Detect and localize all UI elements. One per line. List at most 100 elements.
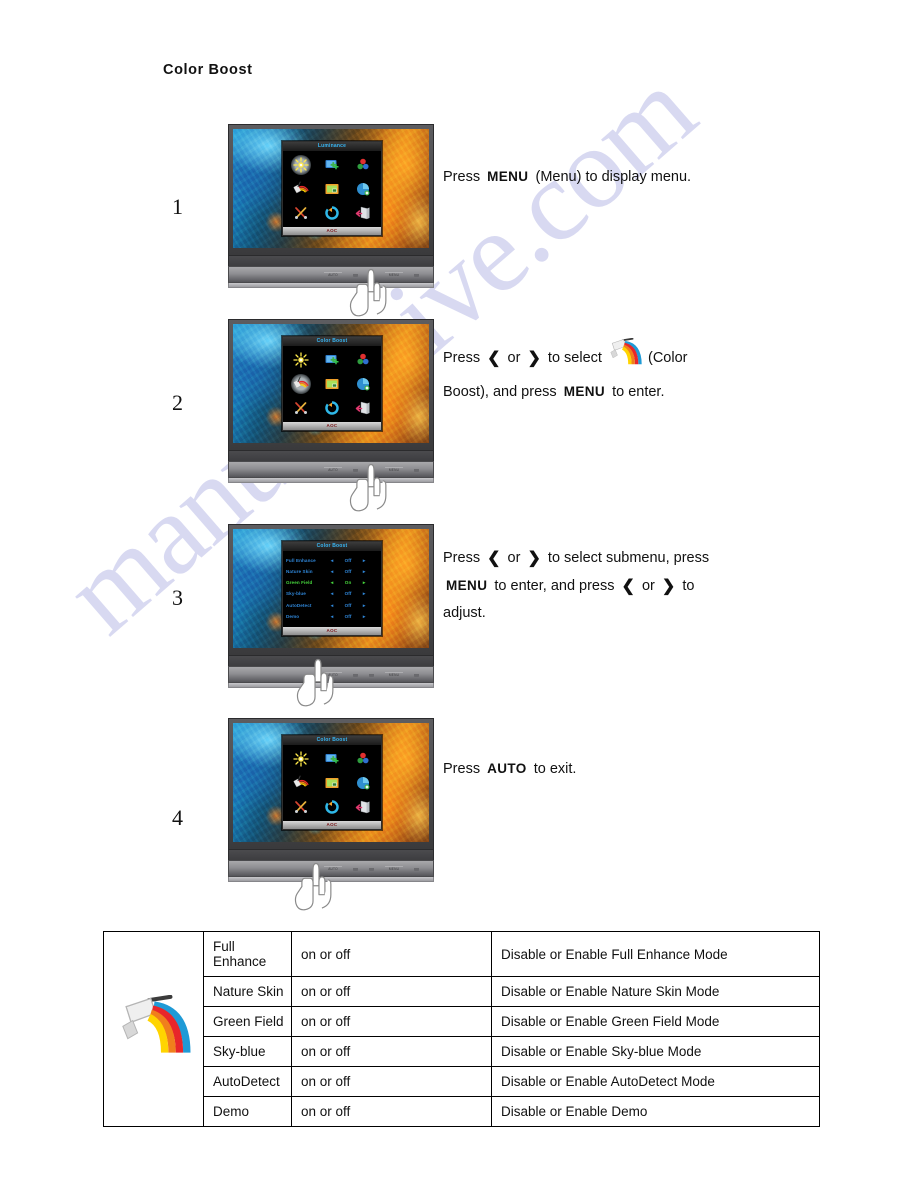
monitor-button-3[interactable]: MENU [385, 272, 403, 277]
osd-icon-brightness[interactable] [293, 352, 309, 368]
monitor-button-2[interactable] [369, 272, 374, 277]
monitor-button-0[interactable]: AUTO [324, 272, 342, 277]
osd-icon-osd-setup[interactable] [355, 181, 371, 197]
exit-door-icon [355, 800, 370, 813]
monitor-button-1[interactable] [353, 866, 358, 871]
osd-row-label: Nature Skin [286, 568, 313, 574]
osd-icon-exit[interactable] [355, 799, 371, 815]
osd-setup-icon [356, 182, 370, 196]
monitor-button-0[interactable]: AUTO [324, 672, 342, 677]
osd-row-right-arrow[interactable]: ► [360, 591, 369, 597]
osd-icon-osd-setup[interactable] [355, 376, 371, 392]
instruction-text: Press [443, 550, 481, 566]
osd-submenu-row[interactable]: Demo ◄ Off ► [286, 614, 378, 620]
osd-row-right-arrow[interactable]: ► [360, 580, 369, 586]
osd-row-left-arrow[interactable]: ◄ [327, 569, 336, 575]
monitor-button-0[interactable]: AUTO [324, 866, 342, 871]
osd-row-right-arrow[interactable]: ► [360, 569, 369, 575]
osd-row-value: Off [344, 591, 352, 597]
instruction-text: (Menu) to display menu. [535, 169, 692, 185]
osd-icon-color-temp[interactable] [355, 352, 371, 368]
monitor-button-4[interactable] [414, 672, 419, 677]
osd-row-left-arrow[interactable]: ◄ [327, 558, 336, 564]
monitor-button-3[interactable]: MENU [385, 672, 403, 677]
osd-icon-image-setup[interactable] [324, 352, 340, 368]
osd-icon-reset[interactable] [324, 400, 340, 416]
osd-submenu-row[interactable]: Green Field ◄ On ► [286, 580, 378, 586]
osd-footer: AOC [283, 820, 381, 829]
osd-icon-brightness[interactable] [293, 751, 309, 767]
osd-icon-extra[interactable] [293, 799, 309, 815]
osd-menu[interactable]: Color Boost AOC [282, 335, 382, 431]
monitor-button-2[interactable] [369, 672, 374, 677]
osd-icon-color-boost[interactable] [291, 373, 312, 394]
monitor-button-2[interactable] [369, 866, 374, 871]
monitor-foot [228, 478, 434, 483]
reset-icon [325, 799, 339, 814]
monitor-button-3[interactable]: MENU [385, 866, 403, 871]
monitor-neck [228, 656, 434, 666]
osd-icon-color-temp[interactable] [355, 157, 371, 173]
osd-row-value: Off [344, 568, 352, 574]
monitor-button-4[interactable] [414, 866, 419, 871]
osd-row-right-arrow[interactable]: ► [360, 558, 369, 564]
osd-body [283, 346, 381, 422]
osd-icon-extra[interactable] [293, 400, 309, 416]
osd-row-value: On [344, 580, 352, 586]
table-option-desc: Disable or Enable Nature Skin Mode [491, 976, 820, 1007]
osd-icon-picture-boost[interactable] [324, 181, 340, 197]
exit-door-icon [355, 401, 370, 414]
step-number: 2 [172, 390, 183, 415]
monitor-button-4[interactable] [414, 467, 419, 472]
step-instruction: Press MENU (Menu) to display menu. [443, 163, 691, 191]
osd-submenu-row[interactable]: Nature Skin ◄ Off ► [286, 569, 378, 575]
osd-icon-picture-boost[interactable] [324, 376, 340, 392]
osd-icon-image-setup[interactable] [324, 157, 340, 173]
osd-icon-reset[interactable] [324, 205, 340, 221]
osd-icon-reset[interactable] [324, 799, 340, 815]
osd-icon-exit[interactable] [355, 400, 371, 416]
monitor-button-4[interactable] [414, 272, 419, 277]
monitor-button-2[interactable] [369, 467, 374, 472]
osd-submenu-row[interactable]: Sky-blue ◄ Off ► [286, 591, 378, 597]
monitor-screen: Color Boost Full Enhance ◄ Off ► Nature Skin ◄… [233, 529, 429, 648]
osd-icon-exit[interactable] [355, 205, 371, 221]
reset-icon [325, 400, 339, 415]
step-number: 1 [172, 194, 183, 219]
monitor-button-1[interactable] [353, 467, 358, 472]
osd-icon-color-boost[interactable] [293, 181, 310, 197]
table-option-value: on or off [291, 976, 492, 1007]
osd-row-left-arrow[interactable]: ◄ [327, 614, 336, 620]
osd-row-left-arrow[interactable]: ◄ [327, 591, 336, 597]
osd-menu[interactable]: Color Boost AOC [282, 734, 382, 830]
osd-icon-color-temp[interactable] [355, 751, 371, 767]
osd-row-label: Demo [286, 614, 300, 620]
osd-icon-osd-setup[interactable] [355, 775, 371, 791]
monitor-button-3[interactable]: MENU [385, 467, 403, 472]
osd-menu[interactable]: Color Boost Full Enhance ◄ Off ► Nature Skin ◄… [282, 540, 382, 636]
monitor-button-1[interactable] [353, 672, 358, 677]
osd-row-left-arrow[interactable]: ◄ [327, 580, 336, 586]
arrow-key-glyph: ❯ [661, 578, 676, 595]
monitor-illustration: Color Boost AOC AUTO MENU [228, 718, 434, 882]
color-temperature-icon [357, 752, 369, 764]
osd-menu[interactable]: Luminance AOC [282, 140, 382, 236]
extra-tools-icon [295, 401, 308, 414]
osd-icon-extra[interactable] [293, 205, 309, 221]
osd-row-right-arrow[interactable]: ► [360, 603, 369, 609]
osd-icon-picture-boost[interactable] [324, 775, 340, 791]
monitor-button-1[interactable] [353, 272, 358, 277]
monitor-button-0[interactable]: AUTO [324, 467, 342, 472]
osd-submenu-row[interactable]: Full Enhance ◄ Off ► [286, 558, 378, 564]
reset-icon [325, 205, 339, 220]
osd-submenu-row[interactable]: AutoDetect ◄ Off ► [286, 603, 378, 609]
monitor-control-bar: AUTO MENU [228, 860, 434, 877]
osd-icon-brightness[interactable] [291, 154, 312, 175]
brightness-sun-icon [293, 157, 309, 173]
table-option-desc: Disable or Enable AutoDetect Mode [491, 1066, 820, 1097]
arrow-key-glyph: ❮ [487, 349, 501, 367]
osd-icon-image-setup[interactable] [324, 751, 340, 767]
osd-row-left-arrow[interactable]: ◄ [327, 603, 336, 609]
osd-icon-color-boost[interactable] [293, 775, 310, 791]
osd-row-right-arrow[interactable]: ► [360, 614, 369, 620]
